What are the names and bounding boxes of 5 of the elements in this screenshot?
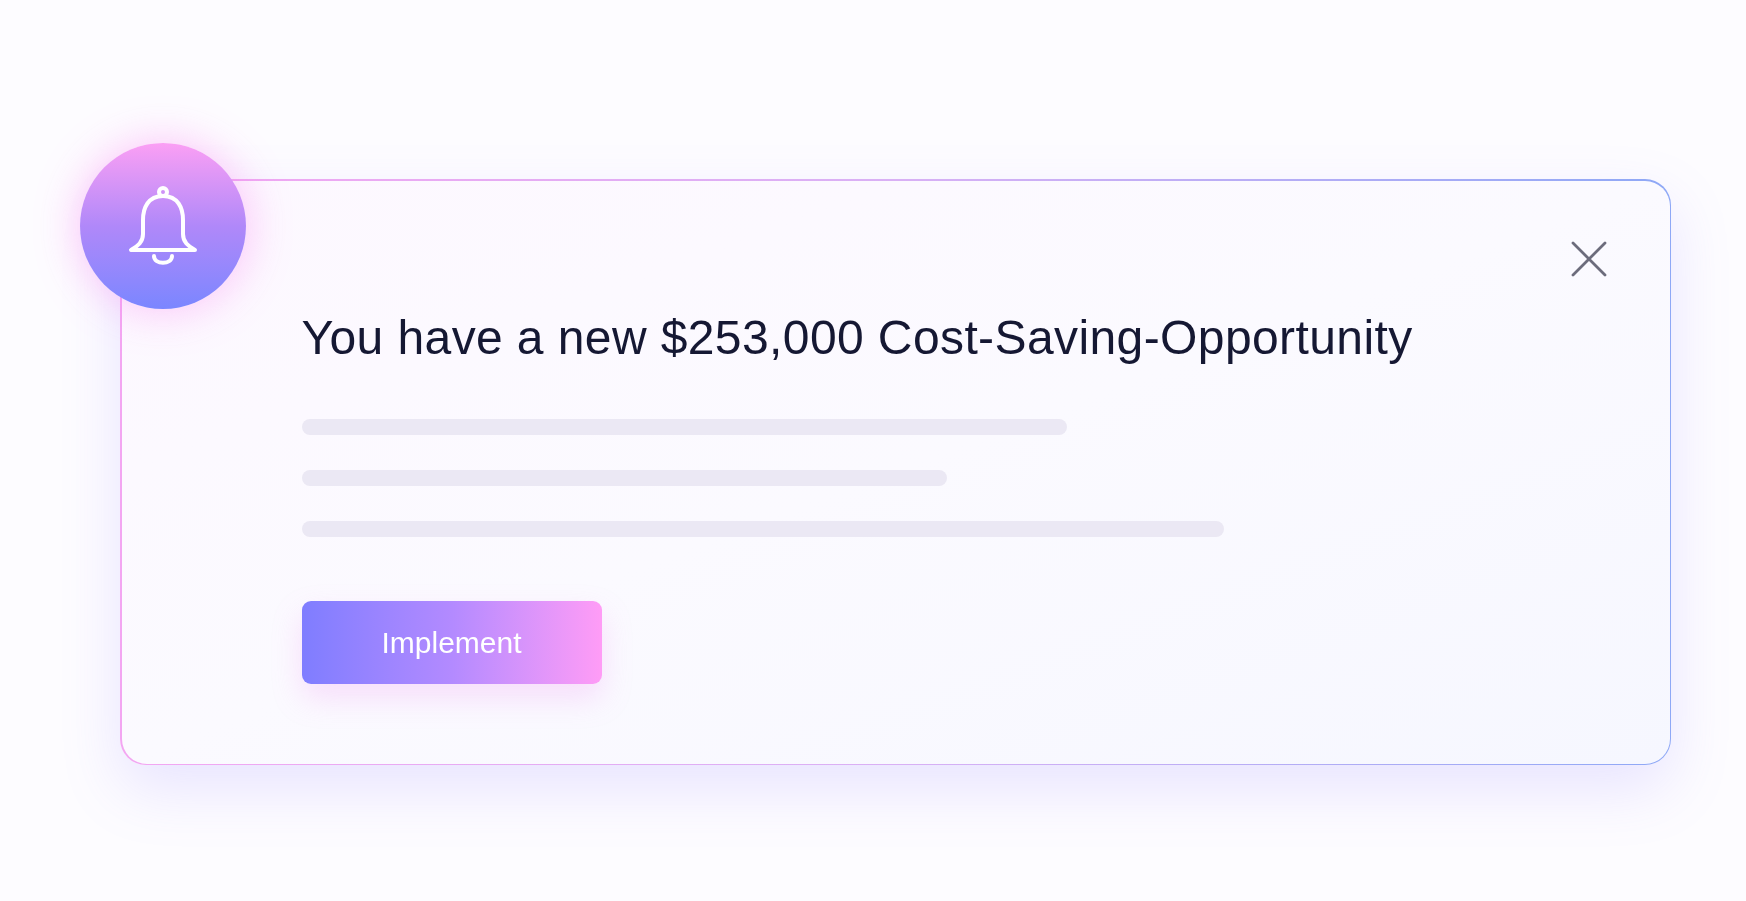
- close-icon: [1571, 241, 1607, 277]
- notification-title: You have a new $253,000 Cost-Saving-Opportunity: [301, 309, 1413, 366]
- close-button[interactable]: [1570, 240, 1608, 278]
- bell-icon: [128, 186, 198, 266]
- implement-button[interactable]: Implement: [301, 600, 602, 684]
